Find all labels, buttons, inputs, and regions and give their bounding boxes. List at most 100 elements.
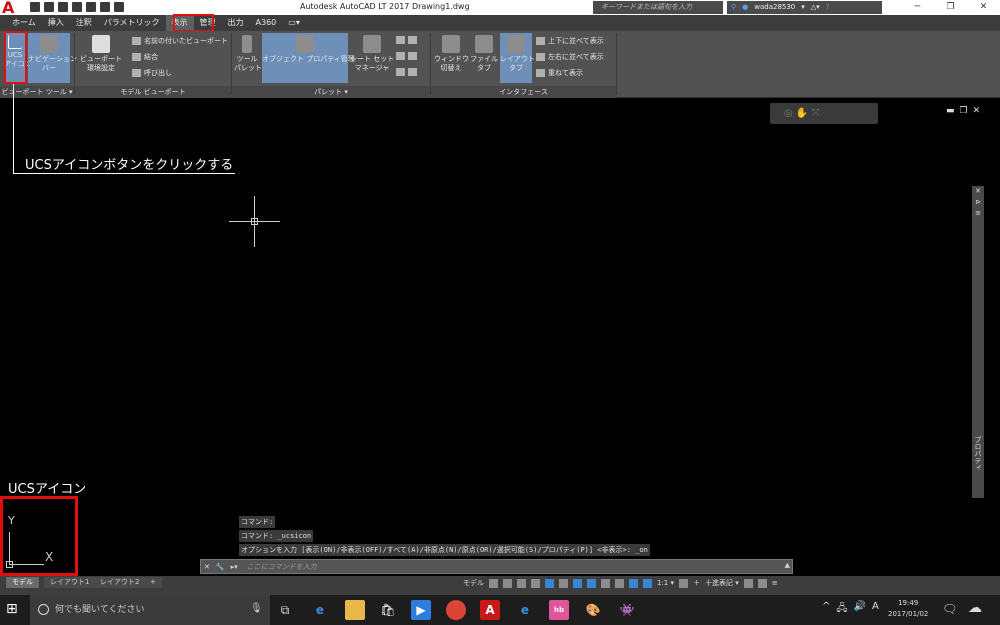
command-recent-icon[interactable]: ▸▾	[228, 563, 241, 571]
store-icon[interactable]: 🛍	[378, 600, 398, 620]
command-customize-icon[interactable]: 🔧	[213, 563, 228, 571]
help-icon[interactable]: ?	[826, 1, 830, 14]
action-center-icon[interactable]: 🗨	[942, 602, 957, 616]
command-line[interactable]: ✕ 🔧 ▸▾ ここにコマンドを入力 ▲	[200, 559, 793, 574]
maximize-button[interactable]: ❐	[934, 0, 967, 15]
sheet-set-manager-button[interactable]: シート セット マネージャ	[350, 33, 394, 83]
steering-wheel-icon[interactable]: ◎	[784, 108, 793, 119]
internet-explorer-icon[interactable]: e	[515, 600, 535, 620]
user-account[interactable]: ⚲ ● wada28530 ▾ △▾ ?	[727, 1, 882, 14]
close-button[interactable]: ✕	[967, 0, 1000, 15]
tile-horizontal-button[interactable]: 上下に並べて表示	[536, 36, 604, 46]
edge-icon[interactable]: e	[310, 600, 330, 620]
object-snap-tracking-icon[interactable]	[573, 578, 582, 588]
switch-windows-button[interactable]: ウィンドウ 切替え	[434, 33, 469, 83]
quickcalc-icon[interactable]	[396, 52, 405, 60]
viewport-config-button[interactable]: ビューポート 環境設定	[78, 33, 124, 83]
snap-icon[interactable]	[503, 578, 512, 588]
gear-icon[interactable]	[679, 578, 689, 588]
chevron-up-icon[interactable]: ▲	[785, 561, 790, 569]
tab-output[interactable]: 出力	[222, 15, 250, 31]
chrome-icon[interactable]	[446, 600, 466, 620]
open-icon[interactable]	[44, 2, 54, 12]
exchange-icon[interactable]: △▾	[811, 1, 820, 14]
keyword-search-input[interactable]: キーワードまたは語句を入力	[593, 1, 723, 14]
application-menu-button[interactable]: A	[0, 0, 22, 17]
cortana-search-box[interactable]: 何でも聞いてください	[30, 595, 270, 625]
annotation-scale-icon[interactable]	[629, 578, 638, 588]
properties-palette-collapsed[interactable]: ✕ ⊳ ≡ プロパティ	[972, 186, 984, 498]
annotation-visibility-icon[interactable]	[643, 578, 652, 588]
properties-button[interactable]: オブジェクト プロパティ管理	[262, 33, 355, 83]
tab-insert[interactable]: 挿入	[42, 15, 70, 31]
pan-icon[interactable]: ✋	[796, 108, 808, 119]
autocad-taskbar-icon[interactable]: A	[480, 600, 500, 620]
tab-home[interactable]: ホーム	[6, 15, 42, 31]
units-dropdown[interactable]: 十進表記 ▾	[705, 578, 739, 588]
media-player-icon[interactable]: ▶	[411, 600, 431, 620]
chevron-up-icon[interactable]: ^	[822, 601, 830, 618]
panel-title-viewport-tools[interactable]: ビューポート ツール ▾	[0, 86, 74, 98]
microphone-icon[interactable]: 🎙	[250, 603, 263, 614]
palette-settings-icon[interactable]: ≡	[972, 208, 984, 219]
lineweight-icon[interactable]	[601, 578, 610, 588]
minimize-button[interactable]: ─	[901, 0, 934, 15]
add-layout-button[interactable]: +	[144, 577, 162, 588]
command-close-icon[interactable]: ✕	[201, 563, 213, 571]
scale-dropdown[interactable]: 1:1 ▾	[657, 579, 674, 587]
dynamic-input-icon[interactable]	[517, 578, 526, 588]
palette-close-icon[interactable]: ✕	[972, 186, 984, 197]
object-snap-icon[interactable]	[587, 578, 596, 588]
paint-icon[interactable]: 🎨	[583, 600, 603, 620]
layer-icon[interactable]	[396, 68, 405, 76]
viewport-restore-icon[interactable]: ❐	[960, 106, 968, 116]
ortho-icon[interactable]	[531, 578, 540, 588]
undo-icon[interactable]	[100, 2, 110, 12]
tile-vertical-button[interactable]: 左右に並べて表示	[536, 52, 604, 62]
tab-parametric[interactable]: パラメトリック	[98, 15, 166, 31]
model-space-button[interactable]: モデル	[463, 578, 484, 588]
network-icon[interactable]: 🖧	[836, 601, 847, 618]
design-center-icon[interactable]	[396, 36, 405, 44]
save-as-icon[interactable]	[72, 2, 82, 12]
customization-icon[interactable]: ≡	[772, 579, 778, 587]
tab-model[interactable]: モデル	[6, 577, 39, 588]
restore-button[interactable]: 呼び出し	[132, 68, 172, 78]
tab-layout2[interactable]: レイアウト2	[94, 577, 146, 588]
viewport-close-icon[interactable]: ✕	[973, 106, 981, 116]
navigation-bar-button[interactable]: ナビゲーション バー	[28, 33, 77, 83]
navigation-bar[interactable]: ◎ ✋ ⤧	[770, 103, 878, 124]
zoom-icon[interactable]: ⤧	[812, 108, 820, 119]
chevron-down-icon[interactable]: ▾	[801, 1, 805, 14]
save-icon[interactable]	[58, 2, 68, 12]
polar-tracking-icon[interactable]	[545, 578, 554, 588]
new-icon[interactable]	[30, 2, 40, 12]
cloud-icon[interactable]: ☁	[968, 600, 982, 616]
volume-icon[interactable]: 🔊	[854, 601, 866, 618]
markup-icon[interactable]	[408, 36, 417, 44]
palette-autohide-icon[interactable]: ⊳	[972, 197, 984, 208]
command-input[interactable]: ここにコマンドを入力	[247, 562, 317, 572]
panel-title-palettes[interactable]: パレット ▾	[232, 86, 430, 98]
clean-screen-icon[interactable]	[757, 578, 767, 588]
quick-properties-icon[interactable]	[743, 578, 753, 588]
username[interactable]: wada28530	[754, 1, 795, 14]
plus-icon[interactable]: ＋	[693, 578, 700, 588]
grid-icon[interactable]	[489, 578, 498, 588]
tab-layout1[interactable]: レイアウト1	[44, 577, 96, 588]
print-icon[interactable]	[86, 2, 96, 12]
cascade-button[interactable]: 重ねて表示	[536, 68, 583, 78]
tab-featured-apps[interactable]: ▭▾	[282, 15, 306, 31]
named-viewports-button[interactable]: 名前の付いたビューポート	[132, 36, 228, 46]
tab-annotate[interactable]: 注釈	[70, 15, 98, 31]
tab-a360[interactable]: A360	[250, 15, 283, 31]
ime-indicator[interactable]: A	[872, 601, 879, 618]
join-button[interactable]: 結合	[132, 52, 158, 62]
viewport-minimize-icon[interactable]: ▬	[946, 106, 955, 116]
binoculars-icon[interactable]: ⚲	[731, 1, 736, 14]
file-tabs-button[interactable]: ファイル タブ	[470, 33, 498, 83]
tool-palettes-button[interactable]: ツール パレット	[234, 33, 262, 83]
external-ref-icon[interactable]	[408, 52, 417, 60]
transparency-icon[interactable]	[615, 578, 624, 588]
redo-icon[interactable]	[114, 2, 124, 12]
